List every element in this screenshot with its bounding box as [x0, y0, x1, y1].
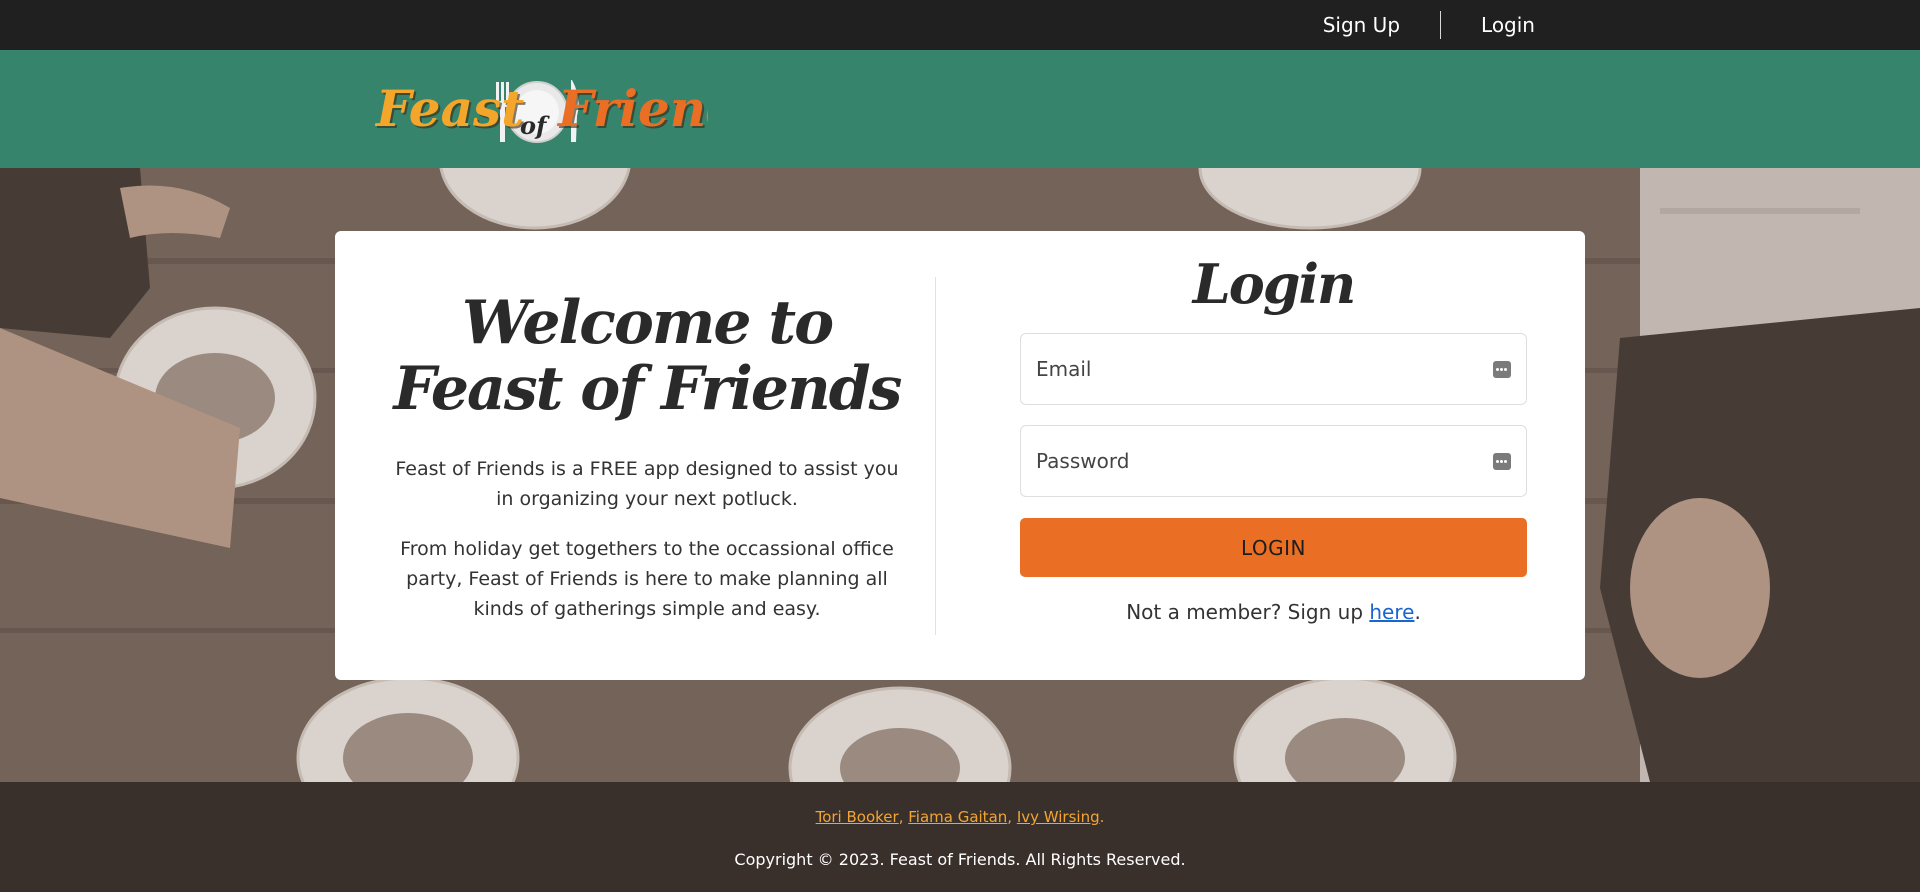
top-nav: Sign Up Login [1283, 0, 1535, 50]
logo-text-of: of [520, 111, 550, 140]
author-credits: Tori Booker, Fiama Gaitan, Ivy Wirsing. [815, 808, 1105, 826]
signup-here-link[interactable]: here [1369, 600, 1414, 624]
password-field-wrapper [1020, 425, 1527, 497]
author-link[interactable]: Fiama Gaitan [908, 808, 1007, 826]
copyright-text: Copyright © 2023. Feast of Friends. All … [734, 850, 1186, 869]
top-bar: Sign Up Login [0, 0, 1920, 50]
password-input[interactable] [1021, 426, 1526, 496]
intro-paragraph: Feast of Friends is a FREE app designed … [395, 458, 899, 510]
login-link[interactable]: Login [1441, 11, 1535, 39]
signup-link[interactable]: Sign Up [1283, 11, 1440, 39]
gatherings-paragraph: From holiday get togethers to the occass… [400, 538, 894, 620]
author-link[interactable]: Tori Booker [816, 808, 899, 826]
login-heading: Login [1192, 252, 1357, 316]
feast-of-friends-logo[interactable]: Feast Feast of Friends Friends [372, 68, 708, 154]
password-manager-key-icon[interactable] [1493, 361, 1511, 378]
signup-prompt: Not a member? Sign up here. [1020, 598, 1527, 626]
card-divider [935, 277, 936, 635]
welcome-heading: Welcome to Feast of Friends [392, 288, 903, 424]
welcome-line-1: Welcome to [461, 288, 834, 358]
email-input[interactable] [1021, 334, 1526, 404]
site-header: Feast Feast of Friends Friends [0, 50, 1920, 168]
login-button[interactable]: LOGIN [1020, 518, 1527, 577]
author-link[interactable]: Ivy Wirsing [1017, 808, 1100, 826]
signup-prompt-end: . [1414, 600, 1421, 624]
password-manager-key-icon[interactable] [1493, 453, 1511, 470]
welcome-line-2: Feast of Friends [393, 354, 903, 424]
signup-prompt-text: Not a member? Sign up [1126, 600, 1370, 624]
logo-text-feast: Feast [374, 79, 524, 138]
logo-text-friends: Friends [556, 79, 708, 138]
email-field-wrapper [1020, 333, 1527, 405]
site-footer [0, 782, 1920, 892]
